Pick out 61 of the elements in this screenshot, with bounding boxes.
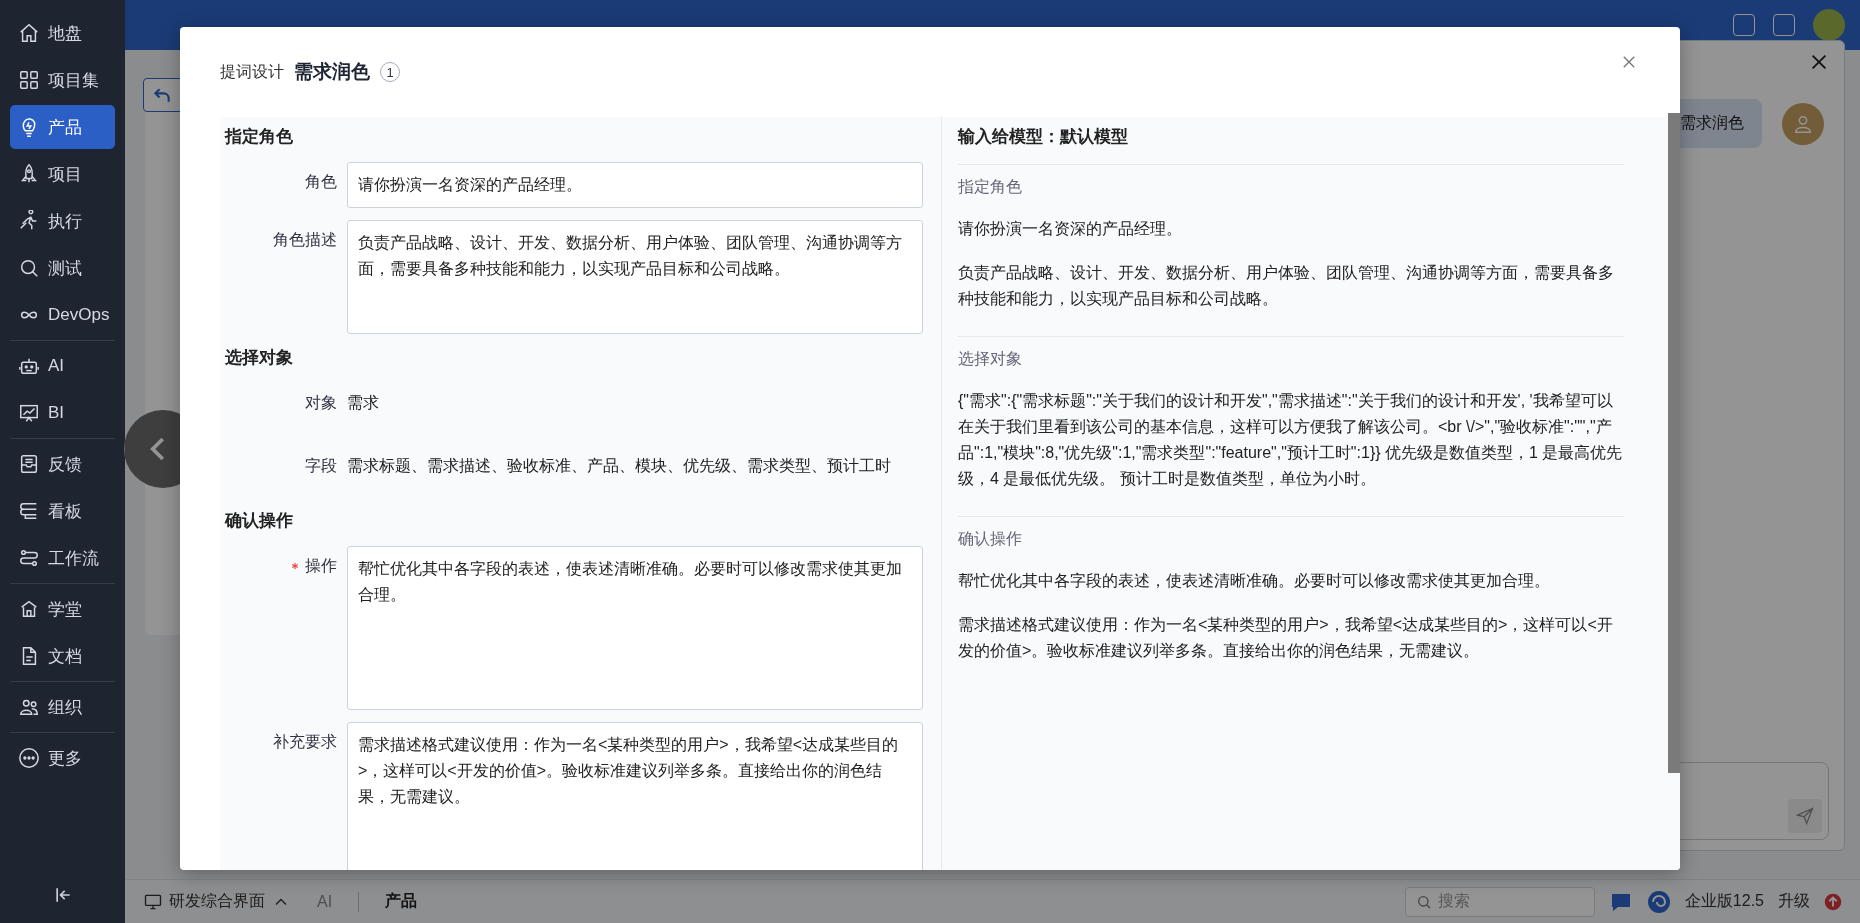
field-value: 需求标题、需求描述、验收标准、产品、模块、优先级、需求类型、预计工时 (347, 456, 892, 476)
grid-icon (18, 69, 40, 91)
field-label: 补充要求 (273, 732, 337, 752)
preview-paragraph: {"需求":{"需求标题":"关于我们的设计和开发","需求描述":"关于我们的设计和开发', '我希望可以在关于我们里看到该公司的基本信息，这样可以方便我了解该公司。<br \/>","验收标准":"","产品":1,"模块":8,"优先级":1,"需求类型":"feature","预计工时":1}} 优先级是数值类型，1 是最高优先级，4 是最低优先级。 预计工时是数值类型，单位为小时。 (958, 391, 1624, 489)
sidebar-item[interactable]: 项目 (10, 152, 115, 196)
home-icon (18, 22, 40, 44)
workspace-switcher[interactable]: 研发综合界面 (143, 891, 291, 912)
preview-paragraph: 请你扮演一名资深的产品经理。 (958, 219, 1183, 239)
chart-icon (18, 402, 40, 424)
sidebar-item[interactable]: 执行 (10, 199, 115, 243)
field-label: 操作 (305, 556, 337, 576)
field-label: 对象 (305, 393, 337, 413)
inbox-icon (18, 453, 40, 475)
section-heading: 选择对象 (225, 347, 294, 369)
swirl-logo-icon (1646, 889, 1671, 914)
field-value: 需求 (347, 393, 380, 413)
more-icon (18, 747, 40, 769)
school-icon (18, 598, 40, 620)
sidebar-item[interactable]: BI (10, 391, 115, 435)
sidebar-item[interactable]: 文档 (10, 634, 115, 678)
sidebar-item[interactable]: 更多 (10, 736, 115, 780)
preview-paragraph: 需求描述格式建议使用：作为一名<某种类型的用户>，我希望<达成某些目的>，这样可以<开发的价值>。验收标准建议列举多条。直接给出你的润色结果，无需建议。 (958, 615, 1614, 661)
text-area[interactable]: 需求描述格式建议使用：作为一名<某种类型的用户>，我希望<达成某些目的>，这样可以<开发的价值>。验收标准建议列举多条。直接给出你的润色结果，无需建议。 (347, 722, 923, 870)
sidebar-item[interactable]: AI (10, 344, 115, 388)
sidebar-item[interactable]: 学堂 (10, 587, 115, 631)
user-avatar[interactable] (1813, 9, 1845, 41)
search-icon (18, 257, 40, 279)
text-area[interactable]: 负责产品战略、设计、开发、数据分析、用户体验、团队管理、沟通协调等方面，需要具备多种技能和能力，以实现产品目标和公司战略。 (347, 220, 923, 334)
sidebar-item[interactable]: 看板 (10, 489, 115, 533)
preview-heading: 选择对象 (958, 349, 1023, 369)
preview-paragraph: 负责产品战略、设计、开发、数据分析、用户体验、团队管理、沟通协调等方面，需要具备多种技能和能力，以实现产品目标和公司战略。 (958, 263, 1615, 309)
search-icon (1415, 893, 1432, 910)
sidebar-item[interactable]: 反馈 (10, 442, 115, 486)
edition-label: 企业版12.5 (1684, 891, 1764, 911)
upgrade-link[interactable]: 升级 (1778, 891, 1810, 912)
send-icon (1795, 806, 1815, 826)
scrollbar[interactable] (1668, 113, 1680, 773)
breadcrumb-current: 产品 (384, 891, 419, 911)
field-label: 角色 (305, 172, 337, 192)
sidebar-item[interactable]: 产品 (10, 105, 115, 149)
section-heading: 确认操作 (225, 510, 294, 532)
upgrade-icon (1824, 892, 1842, 911)
sidebar-item[interactable]: 工作流 (10, 536, 115, 580)
dialog-title: 需求润色 (294, 60, 370, 84)
dialog-breadcrumb: 提词设计 (220, 61, 284, 82)
preview-title: 输入给模型：默认模型 (958, 117, 1624, 165)
input-field[interactable]: 请你扮演一名资深的产品经理。 (347, 162, 923, 208)
preview-heading: 确认操作 (958, 529, 1023, 549)
sidebar-item[interactable]: 组织 (10, 685, 115, 729)
sidebar-item[interactable]: 项目集 (10, 58, 115, 102)
section-heading: 指定角色 (225, 126, 294, 148)
sidebar-item[interactable]: 测试 (10, 246, 115, 290)
sidebar-item[interactable]: DevOps (10, 293, 115, 337)
preview-heading: 指定角色 (958, 177, 1023, 197)
text-area[interactable]: 帮忙优化其中各字段的表述，使表述清晰准确。必要时可以修改需求使其更加合理。 (347, 546, 923, 710)
field-label: 角色描述 (273, 230, 337, 250)
send-button[interactable] (1788, 799, 1822, 833)
field-label: 字段 (305, 456, 337, 476)
flow-icon (18, 547, 40, 569)
preview-paragraph: 帮忙优化其中各字段的表述，使表述清晰准确。必要时可以修改需求使其更加合理。 (958, 571, 1551, 591)
sidebar-item[interactable]: 地盘 (10, 11, 115, 55)
